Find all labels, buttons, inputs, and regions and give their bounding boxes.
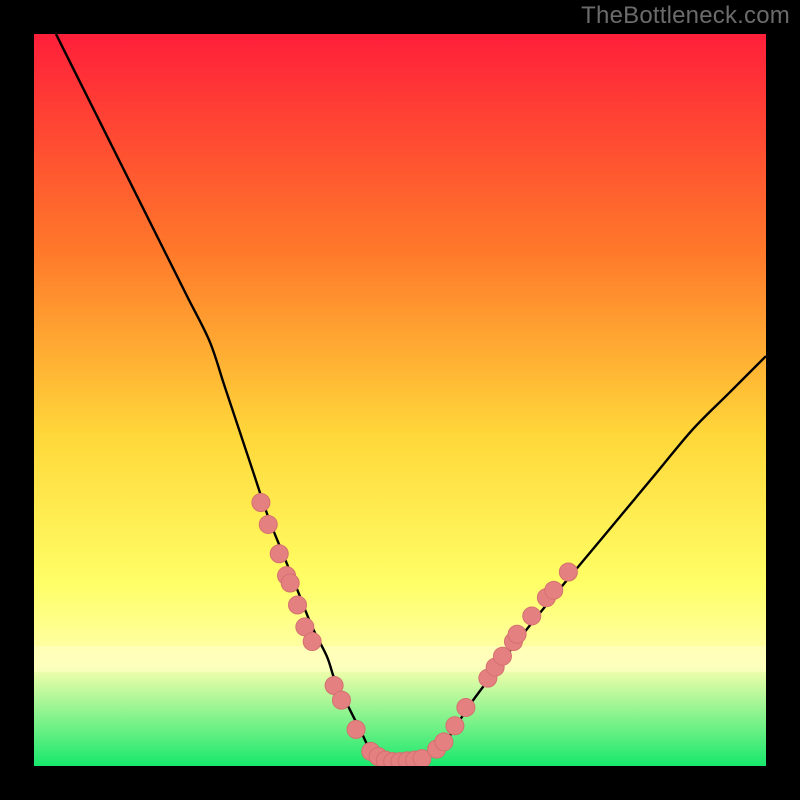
curve-marker [523, 607, 541, 625]
curve-marker [508, 625, 526, 643]
watermark-text: TheBottleneck.com [581, 2, 790, 30]
curve-marker [303, 633, 321, 651]
curve-marker [252, 493, 270, 511]
curve-marker [281, 574, 299, 592]
curve-marker [559, 563, 577, 581]
curve-marker [259, 515, 277, 533]
curve-marker [493, 647, 511, 665]
highlight-band [34, 646, 766, 672]
curve-marker [332, 691, 350, 709]
curve-marker [435, 733, 453, 751]
curve-marker [347, 720, 365, 738]
curve-marker [446, 717, 464, 735]
chart-frame: TheBottleneck.com [0, 0, 800, 800]
curve-marker [457, 698, 475, 716]
curve-marker [270, 545, 288, 563]
plot-area [34, 34, 766, 766]
curve-marker [545, 581, 563, 599]
plot-svg [34, 34, 766, 766]
curve-marker [289, 596, 307, 614]
